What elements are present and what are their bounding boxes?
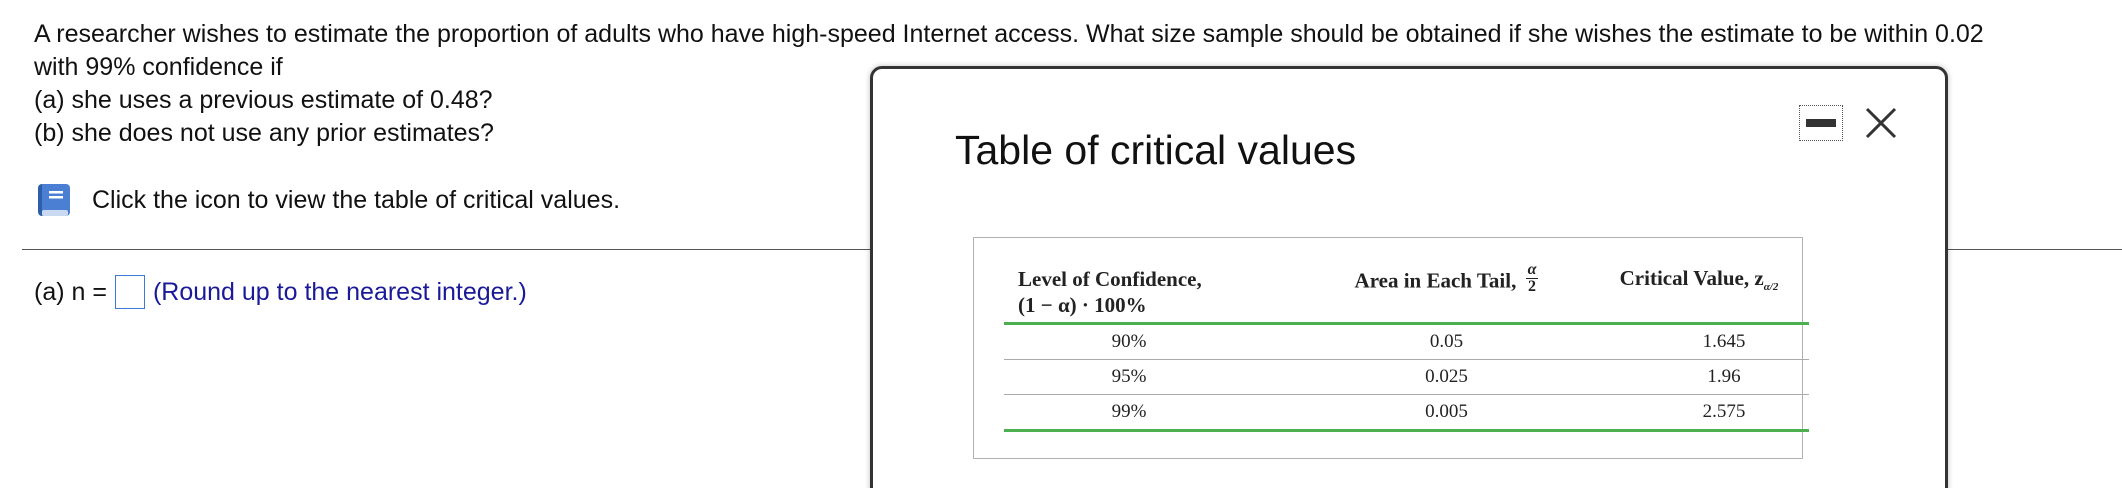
hint-text: Click the icon to view the table of crit… — [92, 185, 621, 214]
table-header: Level of Confidence, (1 − α) · 100% Area… — [1004, 250, 1809, 325]
header-tail-text: Area in Each Tail, — [1354, 268, 1517, 293]
cell-tail: 0.005 — [1425, 401, 1468, 422]
header-confidence: Level of Confidence, (1 − α) · 100% — [1004, 250, 1304, 322]
alpha-over-two: α 2 — [1525, 261, 1539, 295]
cell-confidence: 90% — [1111, 331, 1147, 352]
cell-critical: 2.575 — [1702, 401, 1746, 422]
cell-confidence: 99% — [1111, 401, 1147, 422]
cell-tail: 0.05 — [1429, 331, 1464, 352]
header-tail-area: Area in Each Tail, α 2 — [1304, 250, 1589, 322]
answer-input[interactable] — [114, 275, 145, 309]
answer-label: (a) n = — [34, 277, 107, 306]
frac-numerator: α — [1525, 261, 1539, 279]
critical-values-dialog: Table of critical values Level of Confid… — [870, 66, 1948, 488]
header-critical-text: Critical Value, z — [1619, 266, 1764, 290]
header-critical-value: Critical Value, zα/2 — [1589, 250, 1809, 322]
table-hint: Click the icon to view the table of crit… — [36, 180, 620, 220]
table-frame: Level of Confidence, (1 − α) · 100% Area… — [973, 237, 1809, 459]
minimize-button[interactable] — [1799, 105, 1843, 141]
question-line: A researcher wishes to estimate the prop… — [34, 20, 1984, 48]
frac-denominator: 2 — [1528, 278, 1537, 295]
book-icon[interactable] — [36, 180, 74, 220]
cell-tail: 0.025 — [1425, 366, 1468, 387]
table-row: 95% 0.025 1.96 — [1004, 360, 1809, 395]
answer-row: (a) n = (Round up to the nearest integer… — [34, 275, 527, 309]
header-confidence-line2: (1 − α) · 100% — [1018, 293, 1147, 317]
cell-critical: 1.96 — [1707, 366, 1741, 387]
dialog-title: Table of critical values — [955, 127, 1357, 173]
close-icon — [1865, 107, 1897, 139]
header-confidence-line1: Level of Confidence, — [1018, 267, 1202, 291]
cell-critical: 1.645 — [1702, 331, 1746, 352]
minimize-icon — [1806, 119, 1836, 127]
table-row: 99% 0.005 2.575 — [1004, 395, 1809, 432]
table-row: 90% 0.05 1.645 — [1004, 325, 1809, 360]
cell-confidence: 95% — [1111, 366, 1147, 387]
page: A researcher wishes to estimate the prop… — [0, 0, 2122, 488]
round-hint: (Round up to the nearest integer.) — [152, 277, 527, 306]
critical-values-table: Level of Confidence, (1 − α) · 100% Area… — [1004, 250, 1809, 432]
close-button[interactable] — [1861, 103, 1901, 143]
header-critical-sub: α/2 — [1763, 281, 1779, 294]
